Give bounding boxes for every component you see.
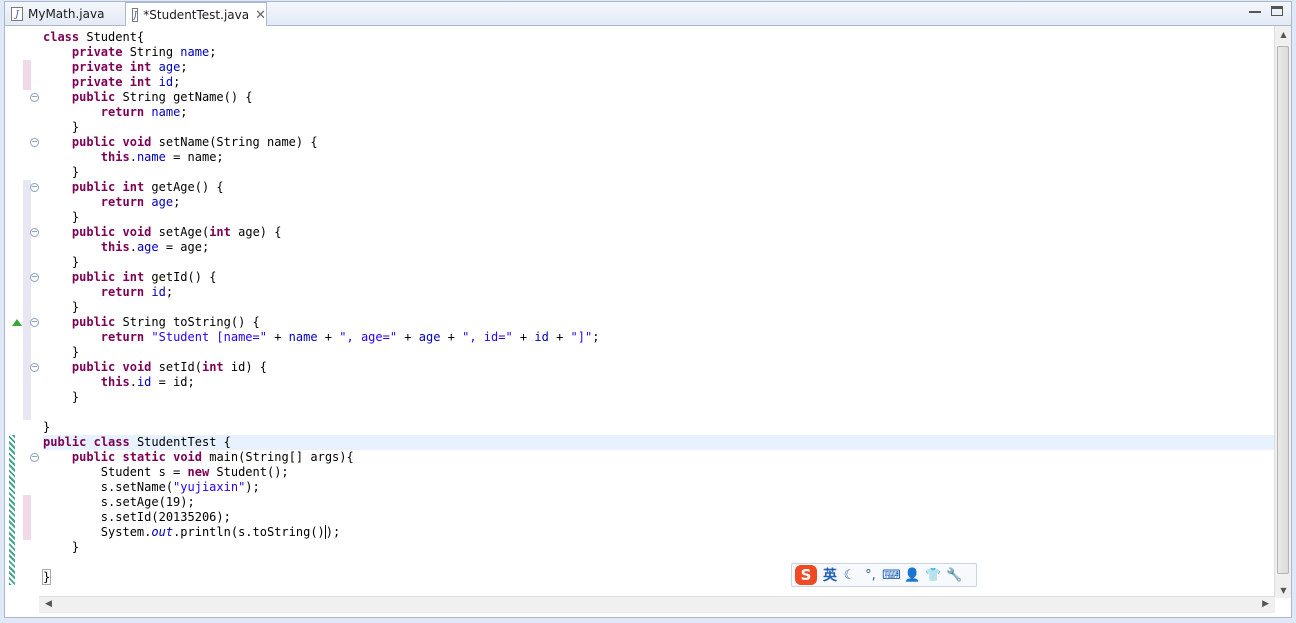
sogou-logo-icon[interactable]: S xyxy=(795,565,817,585)
keyboard-icon[interactable]: ⌨ xyxy=(881,568,902,583)
ime-toolbar: S 英 ☾ °, ⌨ 👤 👕 🔧 xyxy=(791,563,977,587)
code-line[interactable]: return id; xyxy=(43,285,1275,300)
horizontal-scrollbar[interactable]: ◀ ▶ xyxy=(39,596,1275,613)
fold-toggle-icon[interactable]: − xyxy=(30,183,39,192)
tab-studenttest[interactable]: J *StudentTest.java ✕ xyxy=(125,2,267,27)
vertical-scrollbar[interactable]: ▲ ▼ xyxy=(1274,26,1291,598)
tab-mymath[interactable]: J MyMath.java xyxy=(5,2,125,26)
scroll-up-arrow-icon[interactable]: ▲ xyxy=(1275,30,1292,39)
code-line[interactable]: } xyxy=(43,420,1275,435)
wrench-icon[interactable]: 🔧 xyxy=(944,568,965,583)
fold-toggle-icon[interactable]: − xyxy=(30,138,39,147)
code-line[interactable]: public static void main(String[] args){ xyxy=(43,450,1275,465)
fold-toggle-icon[interactable]: − xyxy=(30,318,39,327)
code-line[interactable]: this.age = age; xyxy=(43,240,1275,255)
java-file-icon: J xyxy=(132,8,139,22)
tab-label: MyMath.java xyxy=(28,7,105,21)
moon-icon[interactable]: ☾ xyxy=(839,568,860,583)
editor-tab-bar: J MyMath.java J *StudentTest.java ✕ xyxy=(5,2,1291,27)
code-line[interactable]: public class StudentTest { xyxy=(43,435,1275,450)
code-line[interactable]: s.setName("yujiaxin"); xyxy=(43,480,1275,495)
code-line[interactable]: return name; xyxy=(43,105,1275,120)
fold-toggle-icon[interactable]: − xyxy=(30,363,39,372)
code-line[interactable]: private int id; xyxy=(43,75,1275,90)
code-line[interactable]: } xyxy=(43,255,1275,270)
view-controls xyxy=(1249,6,1283,16)
code-line[interactable]: } xyxy=(43,345,1275,360)
code-line[interactable] xyxy=(43,555,1275,570)
code-line[interactable]: public void setId(int id) { xyxy=(43,360,1275,375)
scroll-left-arrow-icon[interactable]: ◀ xyxy=(45,599,52,609)
change-annotation xyxy=(23,180,31,420)
java-file-icon: J xyxy=(11,7,23,21)
code-line[interactable]: s.setId(20135206); xyxy=(43,510,1275,525)
maximize-button[interactable] xyxy=(1271,6,1283,16)
code-line[interactable]: return age; xyxy=(43,195,1275,210)
editor-gutter: − − − − − − − − xyxy=(5,26,39,598)
code-line[interactable]: private String name; xyxy=(43,45,1275,60)
fold-toggle-icon[interactable]: − xyxy=(30,93,39,102)
code-line[interactable]: } xyxy=(43,390,1275,405)
code-line[interactable]: } xyxy=(43,210,1275,225)
code-line[interactable]: return "Student [name=" + name + ", age=… xyxy=(43,330,1275,345)
code-line[interactable]: this.name = name; xyxy=(43,150,1275,165)
change-annotation xyxy=(23,60,31,90)
user-icon[interactable]: 👤 xyxy=(902,568,923,583)
fold-toggle-icon[interactable]: − xyxy=(30,273,39,282)
code-line[interactable]: public int getAge() { xyxy=(43,180,1275,195)
skin-shirt-icon[interactable]: 👕 xyxy=(923,568,944,583)
code-area[interactable]: class Student{ private String name; priv… xyxy=(41,30,1275,585)
code-line[interactable] xyxy=(43,405,1275,420)
code-line[interactable]: public void setAge(int age) { xyxy=(43,225,1275,240)
code-line[interactable]: public String getName() { xyxy=(43,90,1275,105)
tab-label: *StudentTest.java xyxy=(143,8,250,22)
scrollbar-thumb[interactable] xyxy=(1277,46,1289,574)
code-line[interactable]: } xyxy=(41,569,1275,585)
change-annotation xyxy=(9,435,15,585)
override-marker-icon[interactable] xyxy=(12,319,22,326)
code-line[interactable]: System.out.println(s.toString()); xyxy=(43,525,1275,540)
close-icon[interactable]: ✕ xyxy=(255,8,266,23)
scroll-right-arrow-icon[interactable]: ▶ xyxy=(1262,599,1269,609)
code-line[interactable]: public int getId() { xyxy=(43,270,1275,285)
code-line[interactable]: } xyxy=(43,540,1275,555)
code-line[interactable]: } xyxy=(43,165,1275,180)
fold-toggle-icon[interactable]: − xyxy=(30,453,39,462)
ime-language-toggle[interactable]: 英 xyxy=(821,565,839,585)
code-line[interactable]: } xyxy=(43,120,1275,135)
editor-window: J MyMath.java J *StudentTest.java ✕ − − − −… xyxy=(4,1,1292,618)
code-line[interactable]: class Student{ xyxy=(43,30,1275,45)
code-line[interactable]: s.setAge(19); xyxy=(43,495,1275,510)
code-line[interactable]: public void setName(String name) { xyxy=(43,135,1275,150)
change-annotation xyxy=(23,495,31,540)
minimize-button[interactable] xyxy=(1249,6,1261,13)
code-line[interactable]: public String toString() { xyxy=(43,315,1275,330)
code-line[interactable]: } xyxy=(43,300,1275,315)
scroll-down-arrow-icon[interactable]: ▼ xyxy=(1275,586,1292,595)
code-line[interactable]: private int age; xyxy=(43,60,1275,75)
code-line[interactable]: this.id = id; xyxy=(43,375,1275,390)
code-line[interactable]: Student s = new Student(); xyxy=(43,465,1275,480)
code-editor[interactable]: − − − − − − − − class Student{ private String n… xyxy=(5,26,1275,598)
fold-toggle-icon[interactable]: − xyxy=(30,228,39,237)
punctuation-icon[interactable]: °, xyxy=(860,568,881,583)
